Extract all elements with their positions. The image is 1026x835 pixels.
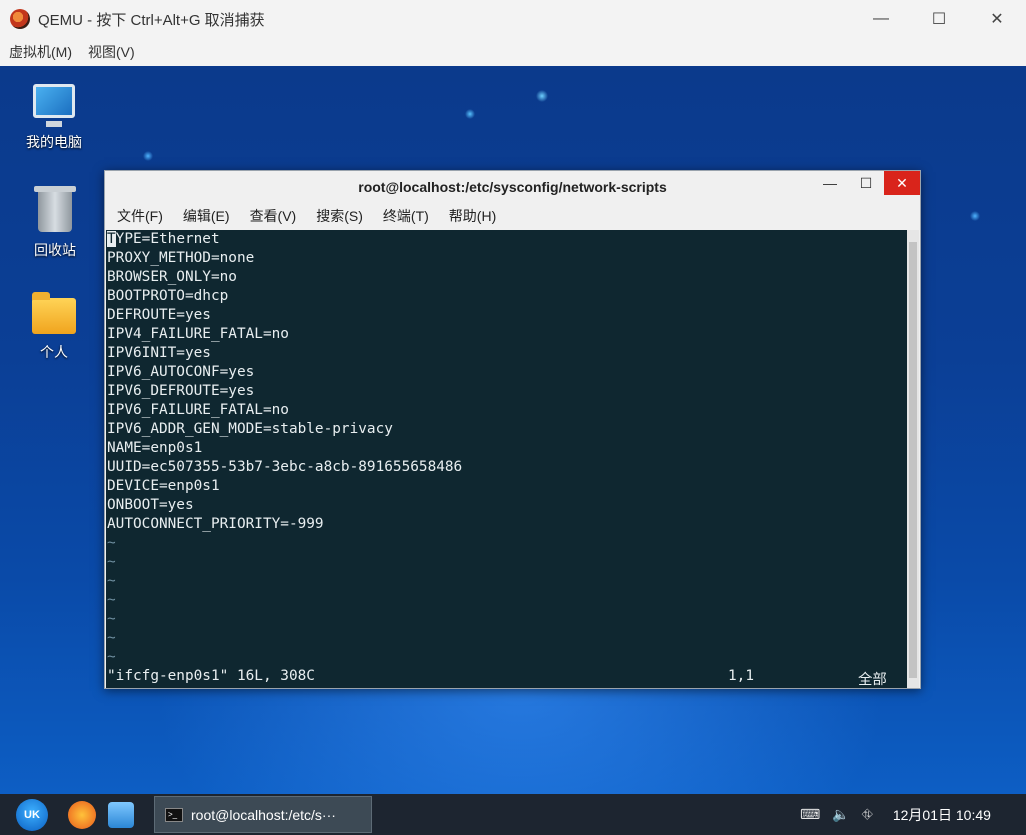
- file-line: PROXY_METHOD=none: [107, 250, 255, 266]
- file-line: UUID=ec507355-53b7-3ebc-a8cb-89165565848…: [107, 459, 463, 475]
- menu-virtual-machine[interactable]: 虚拟机(M): [9, 42, 72, 62]
- file-line: DEVICE=enp0s1: [107, 478, 220, 494]
- scrollbar-thumb[interactable]: [909, 242, 917, 678]
- empty-line-marker: ~: [107, 649, 116, 665]
- desktop-icon-label: 个人: [40, 344, 68, 360]
- host-titlebar: QEMU - 按下 Ctrl+Alt+G 取消捕获 — ☐ ✕: [0, 0, 1026, 38]
- terminal-scrollbar[interactable]: [907, 230, 919, 688]
- menu-search[interactable]: 搜索(S): [316, 206, 363, 226]
- qemu-app-icon: [10, 9, 30, 29]
- file-lines: PROXY_METHOD=none BROWSER_ONLY=no BOOTPROT…: [106, 249, 908, 534]
- file-line: BROWSER_ONLY=no: [107, 269, 237, 285]
- file-line: DEFROUTE=yes: [107, 307, 211, 323]
- host-close-button[interactable]: ✕: [968, 0, 1026, 38]
- taskbar: UK >_ root@localhost:/etc/s··· ⌨ 🔈 ⛗ 12月…: [0, 794, 1026, 835]
- file-line: ONBOOT=yes: [107, 497, 194, 513]
- menu-view[interactable]: 查看(V): [250, 206, 297, 226]
- terminal-text-area[interactable]: TYPE=Ethernet PROXY_METHOD=none BROWSER_O…: [106, 230, 908, 688]
- terminal-minimize-button[interactable]: —: [812, 171, 848, 195]
- desktop-icon-home[interactable]: 个人: [14, 292, 94, 362]
- menu-terminal[interactable]: 终端(T): [383, 206, 429, 226]
- terminal-window: root@localhost:/etc/sysconfig/network-sc…: [104, 170, 921, 689]
- host-window-controls: — ☐ ✕: [852, 0, 1026, 38]
- file-line: IPV4_FAILURE_FATAL=no: [107, 326, 289, 342]
- terminal-close-button[interactable]: ✕: [884, 171, 920, 195]
- host-maximize-button[interactable]: ☐: [910, 0, 968, 38]
- terminal-window-controls: — ☐ ✕: [812, 171, 920, 195]
- empty-buffer-lines: ~ ~ ~ ~ ~ ~ ~: [106, 534, 908, 667]
- clock[interactable]: 12月01日 10:49: [893, 805, 991, 825]
- empty-line-marker: ~: [107, 554, 116, 570]
- home-folder-icon: [32, 292, 76, 334]
- vim-status-line: "ifcfg-enp0s1" 16L, 308C 1,1 全部: [106, 666, 908, 688]
- desktop-icon-label: 我的电脑: [26, 134, 82, 150]
- file-line: BOOTPROTO=dhcp: [107, 288, 229, 304]
- file-line: IPV6_ADDR_GEN_MODE=stable-privacy: [107, 421, 393, 437]
- host-window-title: QEMU - 按下 Ctrl+Alt+G 取消捕获: [38, 11, 265, 29]
- text-cursor: T: [107, 231, 116, 247]
- menu-help[interactable]: 帮助(H): [449, 206, 496, 226]
- taskbar-task-label: root@localhost:/etc/s···: [191, 806, 336, 823]
- file-line: IPV6INIT=yes: [107, 345, 211, 361]
- file-line: NAME=enp0s1: [107, 440, 203, 456]
- status-cursor-position: 1,1: [728, 668, 754, 684]
- system-tray: ⌨ 🔈 ⛗ 12月01日 10:49: [800, 794, 991, 835]
- network-icon[interactable]: ⛗: [862, 806, 873, 823]
- empty-line-marker: ~: [107, 611, 116, 627]
- browser-launcher-icon[interactable]: [68, 800, 96, 829]
- terminal-icon: >_: [165, 807, 183, 822]
- status-view-extent: 全部: [858, 672, 887, 688]
- host-minimize-button[interactable]: —: [852, 0, 910, 38]
- file-manager-launcher-icon[interactable]: [108, 801, 134, 828]
- trash-icon: [34, 186, 76, 232]
- empty-line-marker: ~: [107, 592, 116, 608]
- host-menubar: 虚拟机(M) 视图(V): [0, 38, 1026, 66]
- desktop-icon-my-computer[interactable]: 我的电脑: [14, 84, 94, 152]
- file-line: IPV6_FAILURE_FATAL=no: [107, 402, 289, 418]
- menu-file[interactable]: 文件(F): [117, 206, 163, 226]
- keyboard-icon[interactable]: ⌨: [800, 806, 820, 823]
- empty-line-marker: ~: [107, 630, 116, 646]
- file-line: IPV6_AUTOCONF=yes: [107, 364, 255, 380]
- computer-icon: [33, 84, 75, 127]
- file-line: IPV6_DEFROUTE=yes: [107, 383, 255, 399]
- empty-line-marker: ~: [107, 573, 116, 589]
- desktop-icon-trash[interactable]: 回收站: [15, 186, 95, 260]
- start-menu-button[interactable]: UK: [16, 798, 48, 831]
- file-line: AUTOCONNECT_PRIORITY=-999: [107, 516, 324, 532]
- status-file-info: "ifcfg-enp0s1" 16L, 308C: [107, 668, 315, 684]
- terminal-maximize-button[interactable]: ☐: [848, 171, 884, 195]
- empty-line-marker: ~: [107, 535, 116, 551]
- menu-edit[interactable]: 编辑(E): [183, 206, 230, 226]
- file-line: TYPE=Ethernet: [107, 231, 220, 247]
- terminal-title: root@localhost:/etc/sysconfig/network-sc…: [358, 179, 667, 195]
- terminal-menubar: 文件(F) 编辑(E) 查看(V) 搜索(S) 终端(T) 帮助(H): [105, 203, 920, 229]
- menu-view[interactable]: 视图(V): [88, 42, 135, 62]
- volume-icon[interactable]: 🔈: [832, 806, 849, 823]
- desktop-icon-label: 回收站: [34, 242, 76, 258]
- taskbar-task-terminal[interactable]: >_ root@localhost:/etc/s···: [154, 796, 372, 833]
- terminal-titlebar[interactable]: root@localhost:/etc/sysconfig/network-sc…: [105, 171, 920, 203]
